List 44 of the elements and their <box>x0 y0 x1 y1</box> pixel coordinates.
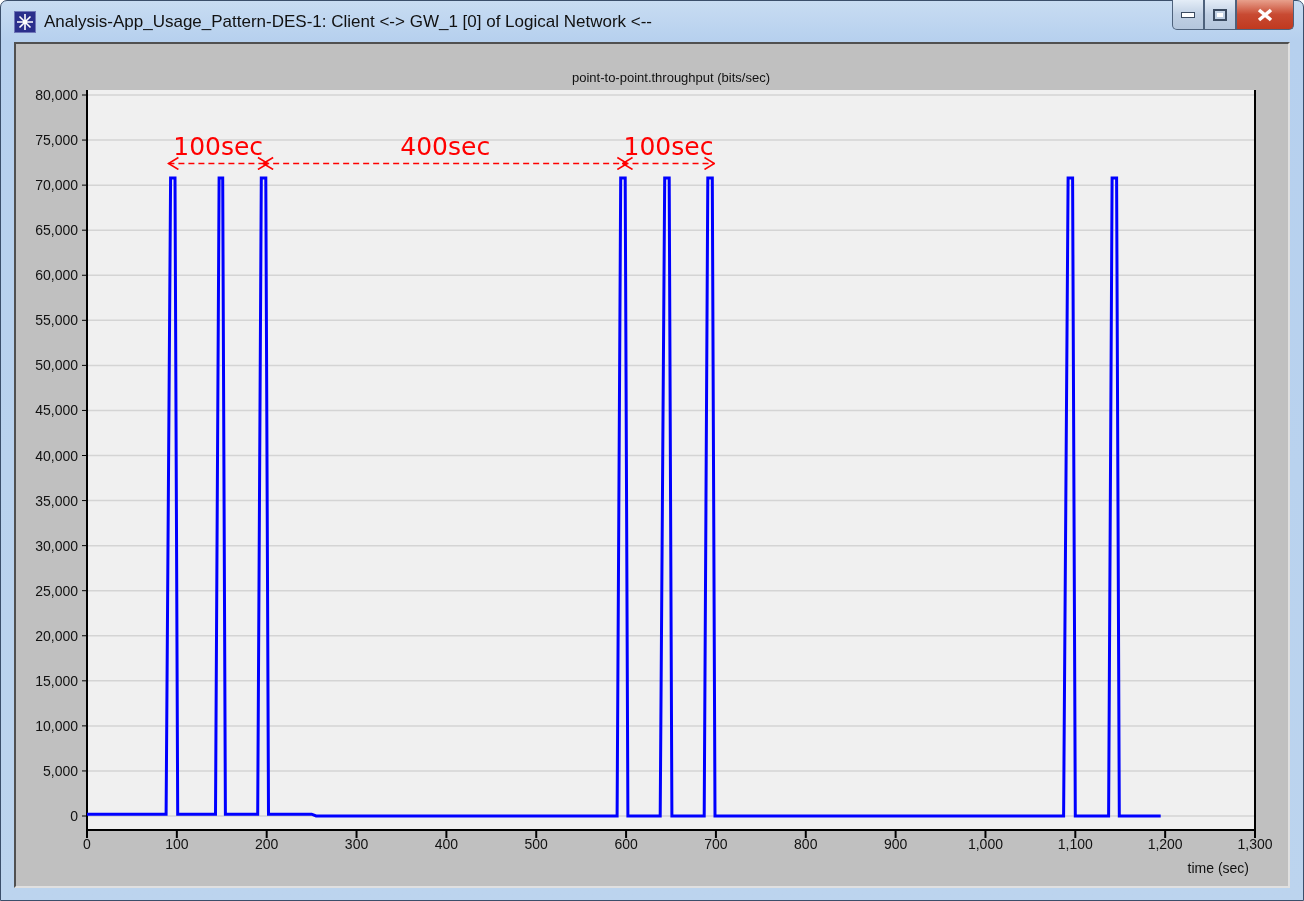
y-tick-label: 40,000 <box>35 447 78 464</box>
x-tick-label: 200 <box>255 836 279 852</box>
interval-label: 100sec <box>173 132 264 162</box>
x-axis-label: time (sec) <box>1187 860 1249 876</box>
y-tick-label: 70,000 <box>35 177 78 194</box>
close-icon <box>1256 7 1274 22</box>
x-tick-label: 700 <box>704 836 728 852</box>
x-tick-label: 800 <box>794 836 818 852</box>
y-tick-label: 25,000 <box>35 582 78 599</box>
x-tick-label: 900 <box>883 836 908 852</box>
chart-title: point-to-point.throughput (bits/sec) <box>572 70 770 85</box>
y-tick-label: 80,000 <box>35 87 78 103</box>
y-tick-label: 75,000 <box>35 132 78 149</box>
y-tick-label: 65,000 <box>35 222 78 239</box>
x-tick-label: 1,200 <box>1147 836 1183 852</box>
y-tick-label: 45,000 <box>35 402 78 419</box>
interval-label: 400sec <box>400 132 491 162</box>
y-tick-label: 50,000 <box>35 357 78 374</box>
x-tick-label: 100 <box>165 836 189 852</box>
star-icon <box>14 10 36 33</box>
x-tick-label: 400 <box>434 836 459 852</box>
y-tick-label: 10,000 <box>35 717 78 734</box>
x-tick-label: 1,000 <box>967 836 1003 852</box>
minimize-button[interactable] <box>1172 0 1204 30</box>
y-tick-label: 60,000 <box>35 267 78 284</box>
x-tick-label: 600 <box>614 836 638 852</box>
maximize-icon <box>1213 8 1227 21</box>
y-tick-label: 20,000 <box>35 627 78 644</box>
x-tick-label: 500 <box>524 836 548 852</box>
minimize-icon <box>1181 11 1195 18</box>
close-button[interactable] <box>1236 0 1294 30</box>
y-tick-label: 0 <box>70 808 78 824</box>
window-title: Analysis-App_Usage_Pattern-DES-1: Client <-> GW_1 [0] of Logical Network <-- <box>44 11 653 32</box>
x-tick-label: 1,300 <box>1237 836 1273 852</box>
x-tick-label: 300 <box>344 836 369 852</box>
y-tick-label: 15,000 <box>35 672 78 689</box>
maximize-button[interactable] <box>1204 0 1236 30</box>
y-tick-label: 55,000 <box>35 312 78 329</box>
y-tick-label: 35,000 <box>35 492 78 509</box>
y-tick-label: 30,000 <box>35 537 78 554</box>
x-tick-label: 1,100 <box>1057 836 1093 852</box>
x-tick-label: 0 <box>83 836 91 852</box>
y-tick-label: 5,000 <box>42 762 78 779</box>
interval-label: 100sec <box>623 132 714 162</box>
